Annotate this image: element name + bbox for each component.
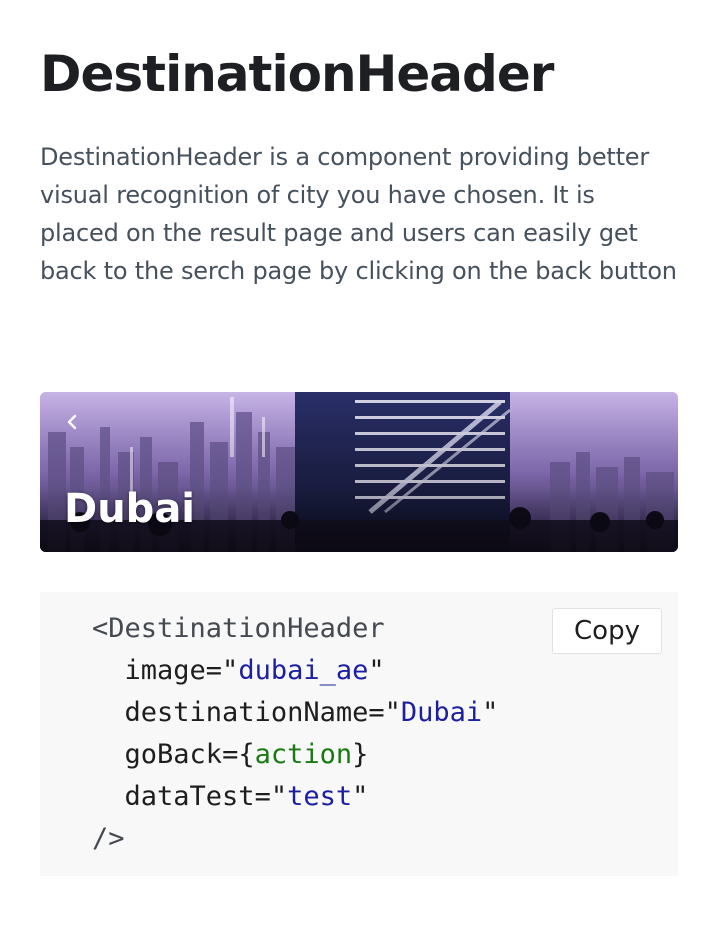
code-close-tag: />: [92, 823, 125, 854]
prop-value: dubai_ae: [238, 655, 369, 686]
prop-operator: =": [254, 781, 288, 812]
page-title: DestinationHeader: [40, 45, 554, 103]
code-open-tag: <DestinationHeader: [92, 613, 385, 644]
code-snippet: <DestinationHeader image="dubai_ae" dest…: [92, 608, 498, 860]
prop-operator: ={: [222, 739, 255, 770]
prop-close: ": [368, 655, 385, 686]
prop-close: ": [352, 781, 369, 812]
destination-name: Dubai: [64, 486, 196, 532]
code-prop-line: image="dubai_ae": [92, 655, 385, 686]
prop-name: goBack: [124, 739, 223, 770]
prop-value: action: [254, 739, 353, 770]
code-example: <DestinationHeader image="dubai_ae" dest…: [40, 592, 678, 876]
code-prop-line: destinationName="Dubai": [92, 697, 499, 728]
prop-name: dataTest: [124, 781, 255, 812]
prop-name: destinationName: [124, 697, 369, 728]
prop-name: image: [124, 655, 206, 686]
code-prop-line: dataTest="test": [92, 781, 369, 812]
page-description: DestinationHeader is a component providi…: [40, 143, 677, 285]
prop-close: }: [352, 739, 369, 770]
prop-value: test: [287, 781, 353, 812]
chevron-left-icon: [67, 414, 77, 430]
copy-button[interactable]: Copy: [552, 608, 662, 654]
prop-close: ": [482, 697, 499, 728]
destination-header-preview: Dubai: [40, 392, 678, 552]
prop-operator: =": [205, 655, 239, 686]
prop-operator: =": [368, 697, 401, 728]
code-prop-line: goBack={action}: [92, 739, 369, 770]
prop-value: Dubai: [400, 697, 483, 728]
back-button[interactable]: [60, 408, 84, 436]
